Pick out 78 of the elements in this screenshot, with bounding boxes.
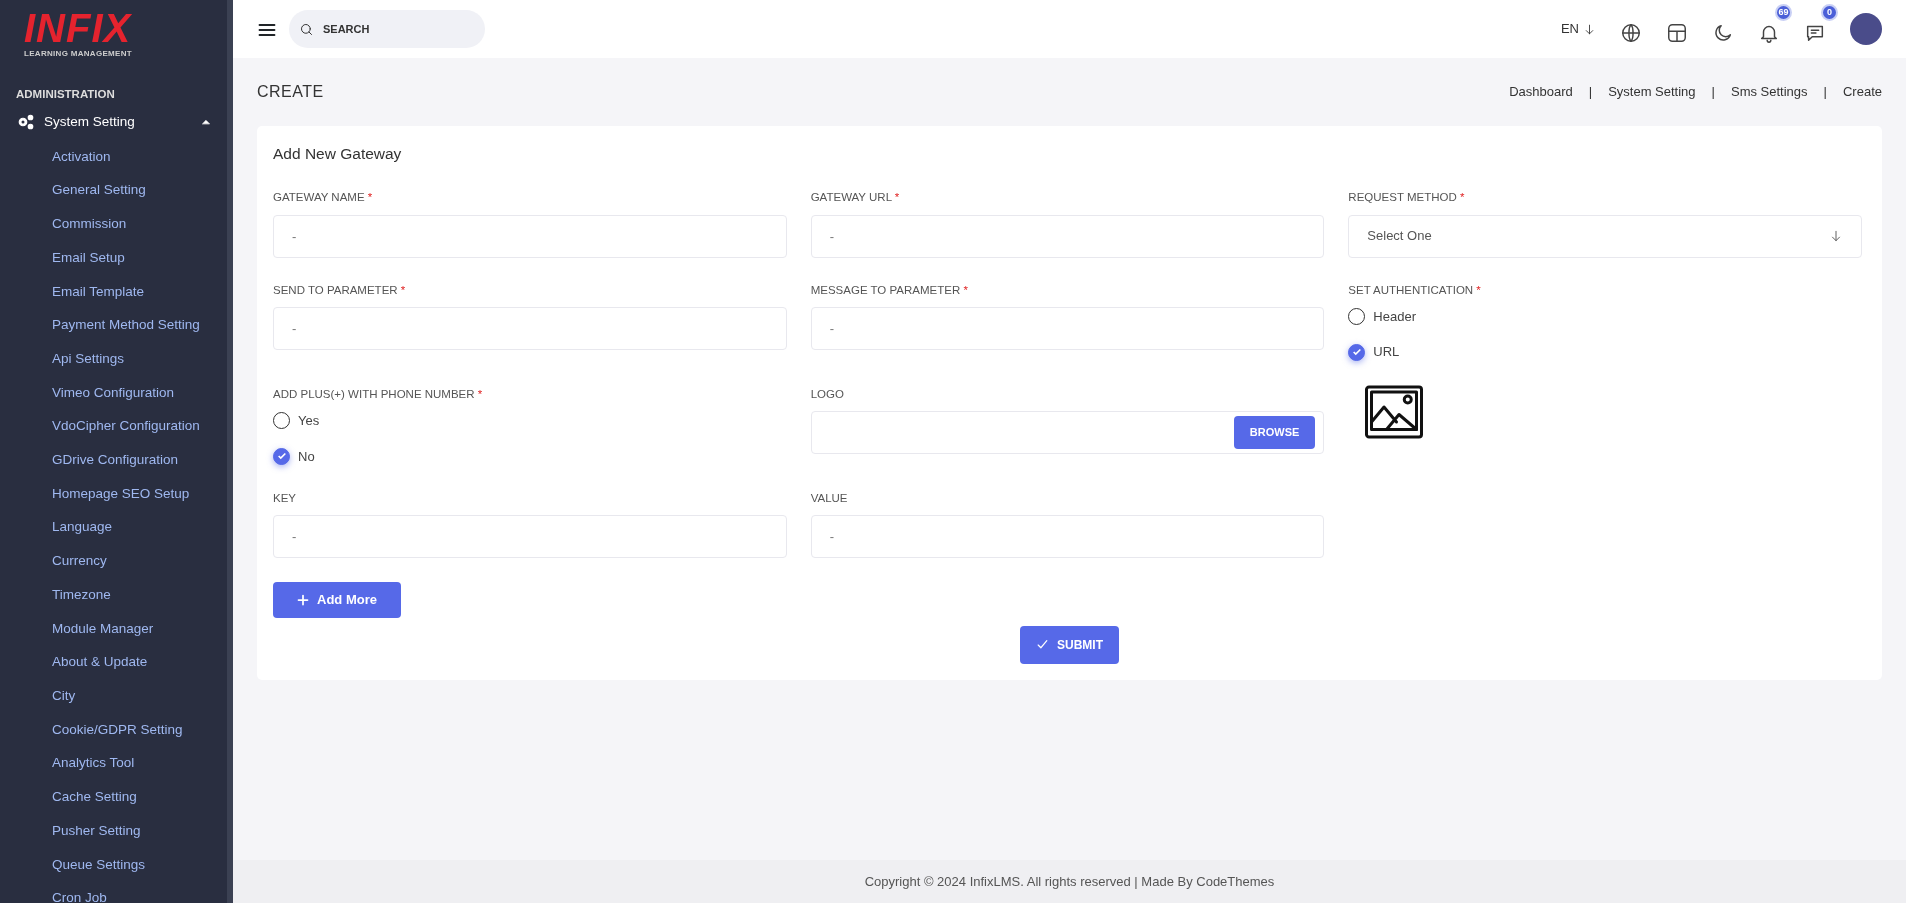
field-label: KEY (273, 491, 297, 506)
radio-option[interactable]: Yes (273, 411, 787, 431)
sidebar-item[interactable]: Email Template (0, 274, 227, 309)
message-count: 0 (1821, 4, 1838, 21)
sidebar-item[interactable]: About & Update (0, 645, 227, 679)
radio-button[interactable] (1348, 343, 1366, 361)
search-icon (299, 22, 314, 37)
sidebar-item[interactable]: Cookie/GDPR Setting (0, 712, 227, 747)
sidebar-group[interactable]: System Setting (0, 103, 227, 140)
field-label: LOGO (810, 386, 845, 402)
breadcrumb-link[interactable]: Sms Settings (1731, 82, 1808, 102)
sidebar-item[interactable]: Currency (0, 544, 227, 578)
sidebar-item[interactable]: Email Setup (0, 240, 227, 275)
sidebar-item[interactable]: Payment Method Setting (0, 308, 227, 342)
input-field[interactable]: - (810, 515, 1325, 559)
sidebar-item[interactable]: Vimeo Configuration (0, 375, 227, 410)
breadcrumb-separator: | (1588, 83, 1593, 102)
arrow-down-icon (1583, 22, 1596, 36)
check-icon (1351, 347, 1362, 357)
sidebar-item[interactable]: Cache Setting (0, 780, 227, 814)
field-label: REQUEST METHOD * (1348, 190, 1466, 206)
breadcrumb-separator: | (1823, 83, 1827, 102)
check-icon (276, 451, 287, 462)
breadcrumb-separator: | (1711, 83, 1715, 102)
notification-count: 69 (1775, 4, 1792, 21)
field-label: ADD PLUS(+) WITH PHONE NUMBER * (273, 386, 484, 402)
browse-button[interactable]: BROWSE (1233, 416, 1316, 449)
sidebar-item[interactable]: Commission (0, 207, 227, 241)
input-field[interactable]: - (273, 515, 787, 559)
page-title: CREATE (257, 82, 324, 102)
field-label: MESSAGE TO PARAMETER * (810, 282, 969, 298)
breadcrumb-link[interactable]: Create (1842, 82, 1882, 102)
language-selector[interactable]: EN (1560, 19, 1596, 39)
plus-icon (297, 594, 309, 606)
logo-wordmark: INFIX (24, 8, 132, 48)
sidebar-item[interactable]: Cron Job (0, 881, 227, 903)
input-field[interactable]: - (273, 306, 787, 350)
sidebar-item[interactable]: Queue Settings (0, 847, 227, 882)
select-field[interactable]: Select One (1348, 214, 1862, 258)
input-field[interactable]: - (810, 214, 1325, 258)
layout-icon (1666, 21, 1688, 44)
gears-icon (16, 112, 36, 131)
globe-icon (1620, 21, 1642, 44)
file-field[interactable]: BROWSE (810, 411, 1325, 454)
radio-option[interactable]: No (273, 446, 787, 466)
breadcrumb-link[interactable]: Dashboard (1509, 82, 1573, 102)
input-field[interactable]: - (273, 214, 787, 258)
radio-option[interactable]: URL (1348, 342, 1862, 362)
breadcrumb-link[interactable]: System Setting (1608, 82, 1696, 102)
footer-text: Copyright © 2024 InfixLMS. All rights reserved | Made By CodeThemes (864, 872, 1275, 891)
sidebar-item[interactable]: Analytics Tool (0, 746, 227, 781)
sidebar-item[interactable]: Pusher Setting (0, 813, 227, 848)
field-label: VALUE (810, 491, 849, 506)
submit-button[interactable]: SUBMIT (1020, 625, 1119, 664)
sidebar-item[interactable]: Api Settings (0, 341, 227, 376)
field-label: GATEWAY NAME * (273, 190, 374, 206)
radio-button[interactable] (273, 447, 290, 465)
sidebar-item[interactable]: Language (0, 510, 227, 545)
arrow-down-icon (1829, 229, 1843, 243)
field-label: GATEWAY URL * (810, 190, 901, 206)
search-field[interactable]: SEARCH (289, 10, 485, 48)
sidebar-item[interactable]: Timezone (0, 577, 227, 612)
sidebar-item[interactable]: Homepage SEO Setup (0, 476, 227, 511)
input-field[interactable]: - (810, 306, 1325, 350)
sidebar-item[interactable]: VdoCipher Configuration (0, 409, 227, 444)
section-heading: ADMINISTRATION (16, 88, 115, 100)
sidebar-item[interactable]: City (0, 679, 227, 713)
logo-tagline: LEARNING MANAGEMENT (24, 48, 132, 60)
sidebar-item[interactable]: General Setting (0, 173, 227, 208)
field-label: SEND TO PARAMETER * (273, 282, 407, 298)
avatar[interactable] (1850, 13, 1882, 45)
sidebar-item[interactable]: Activation (0, 139, 227, 174)
field-label: SET AUTHENTICATION * (1348, 282, 1482, 298)
sidebar-item[interactable]: Module Manager (0, 611, 227, 646)
radio-option[interactable]: Header (1348, 306, 1862, 327)
form-title: Add New Gateway (273, 144, 403, 164)
sidebar-item[interactable]: GDrive Configuration (0, 443, 227, 477)
add-more-button[interactable]: Add More (273, 582, 401, 618)
